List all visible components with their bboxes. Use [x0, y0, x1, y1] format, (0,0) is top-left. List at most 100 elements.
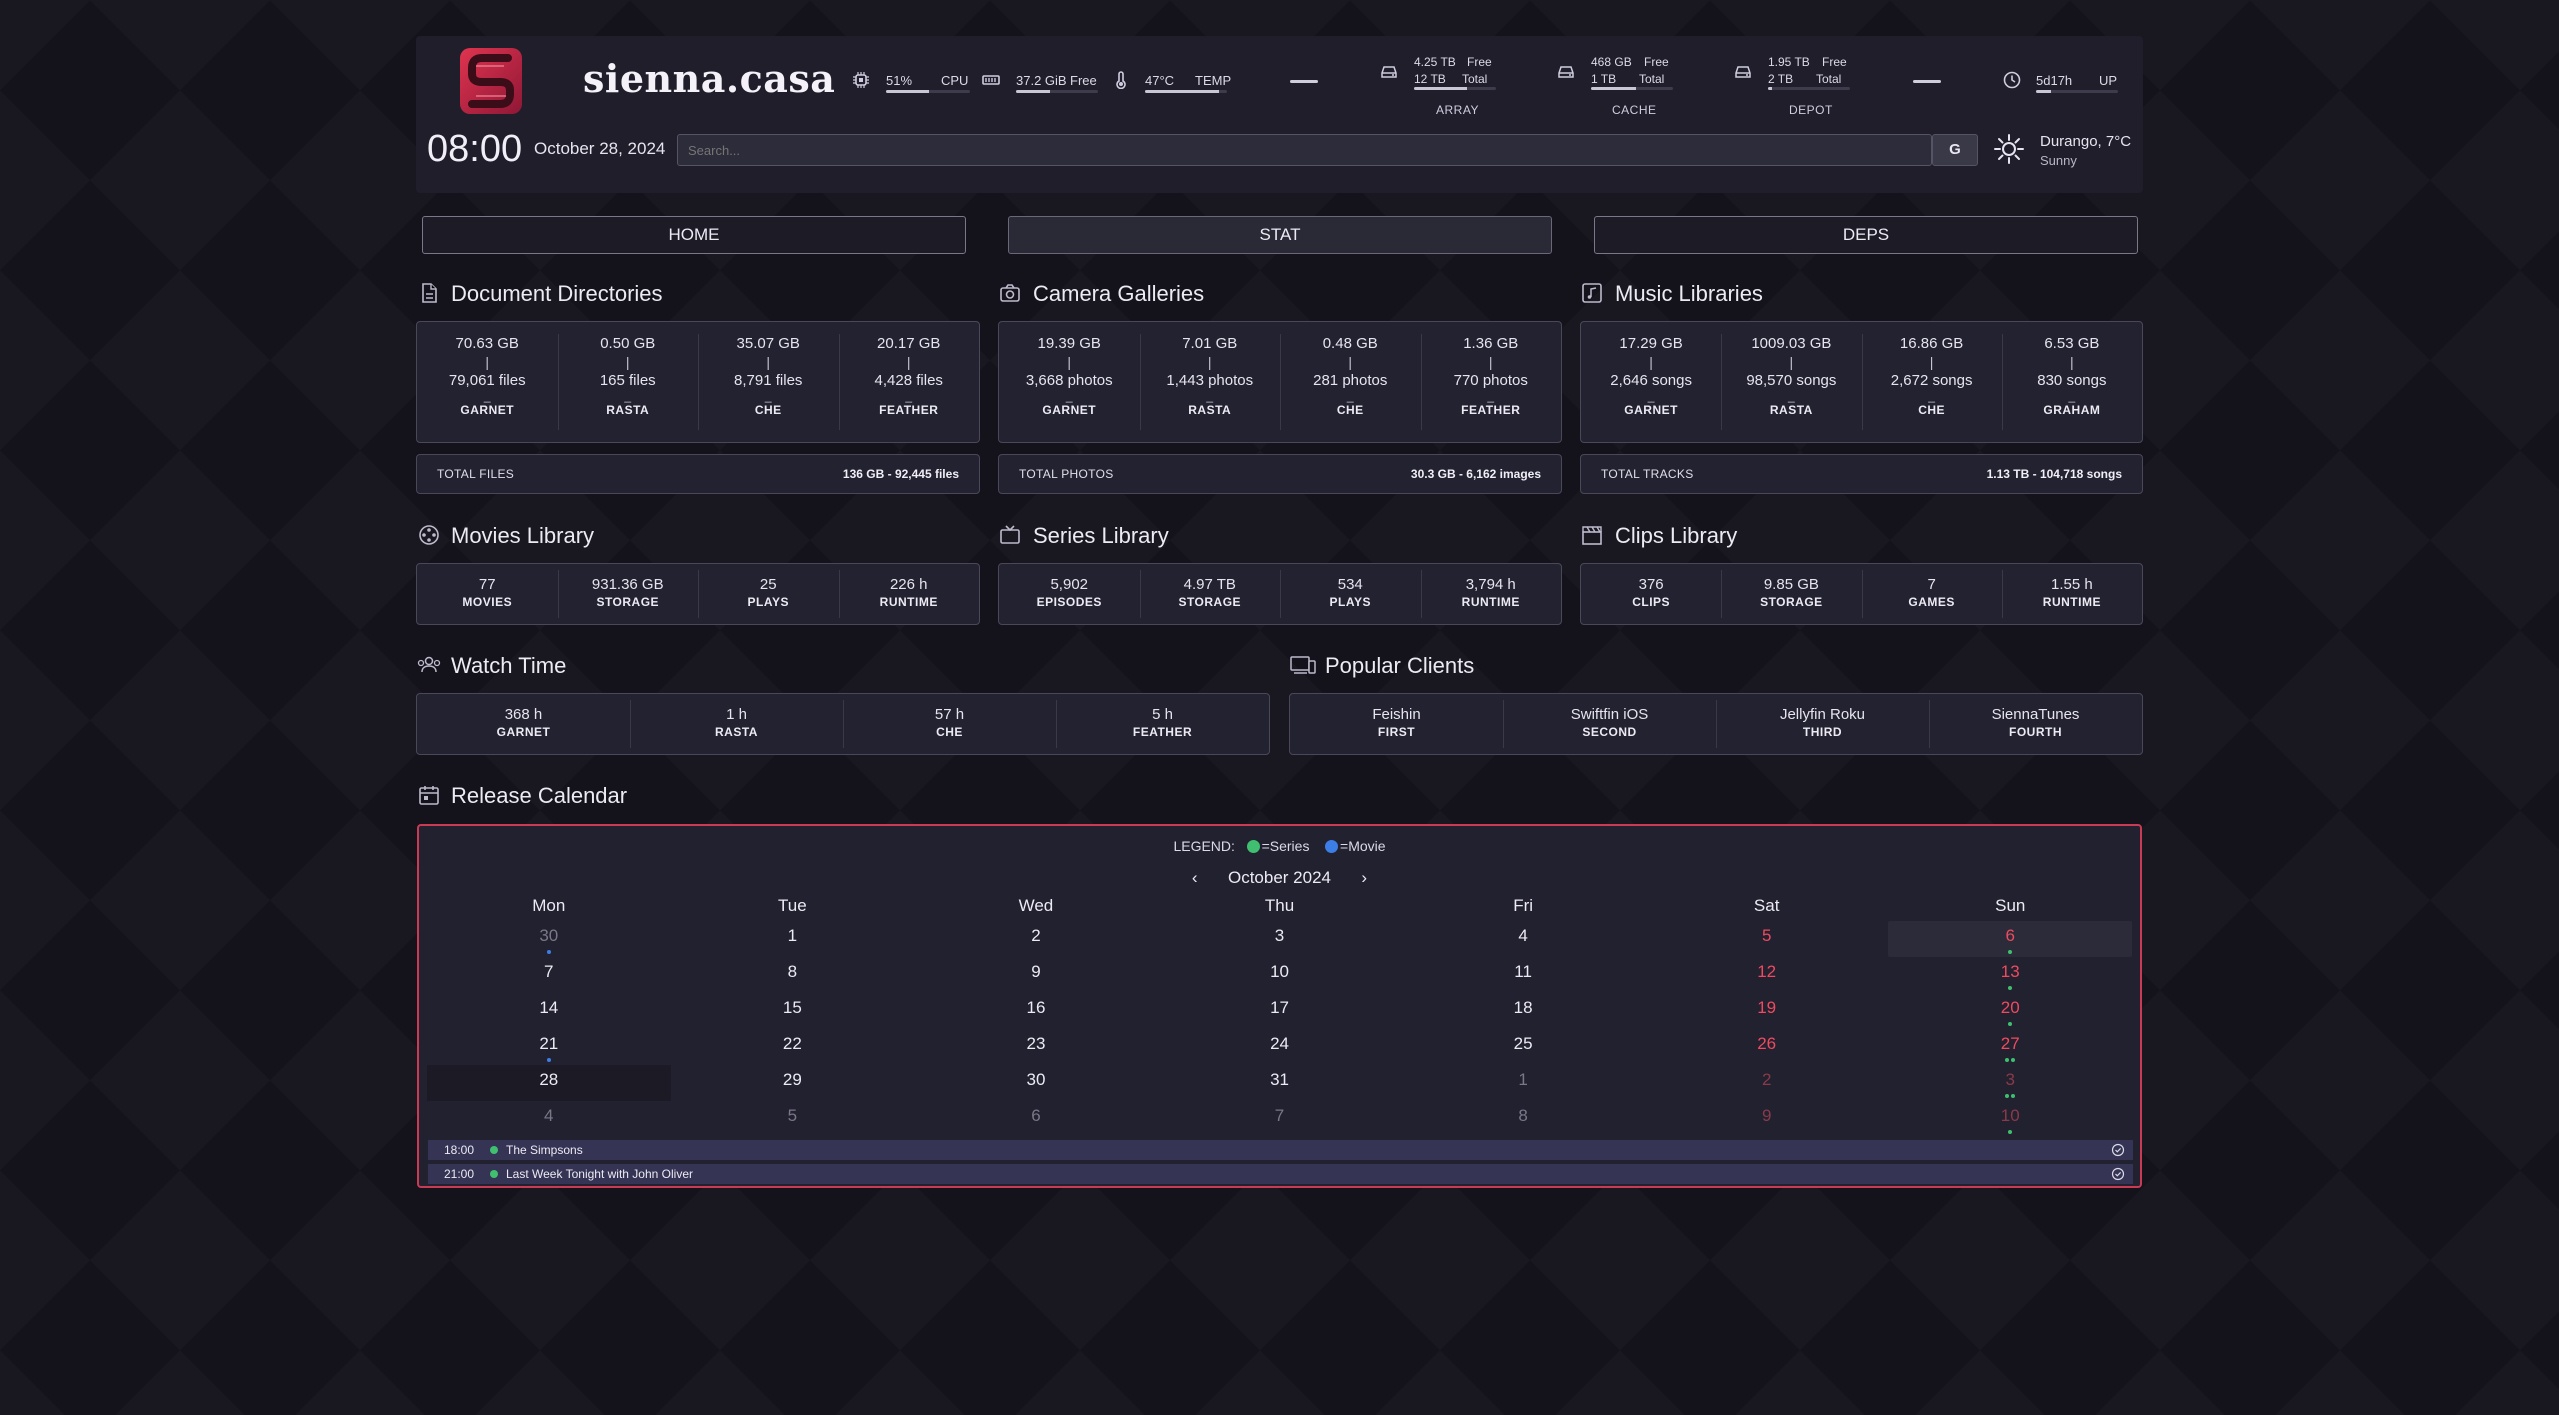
nav-home-button[interactable]: HOME	[422, 216, 966, 254]
day-number: 19	[1757, 998, 1777, 1017]
camera-cell[interactable]: 19.39 GB | 3,668 photos _ GARNET	[999, 322, 1140, 442]
cell-separator: _	[1206, 389, 1214, 403]
calendar-day[interactable]: 23	[914, 1029, 1158, 1065]
documents-cell[interactable]: 0.50 GB | 165 files _ RASTA	[557, 322, 699, 442]
calendar-day[interactable]: 7	[1158, 1101, 1402, 1137]
logo[interactable]	[460, 48, 522, 114]
movies-cell[interactable]: 931.36 GB STORAGE	[557, 564, 699, 624]
day-number: 4	[544, 1106, 554, 1125]
series-cell[interactable]: 3,794 h RUNTIME	[1420, 564, 1562, 624]
calendar-day[interactable]: 14	[427, 993, 671, 1029]
calendar-event[interactable]: 18:00 The Simpsons	[428, 1140, 2133, 1160]
calendar-day[interactable]: 6	[914, 1101, 1158, 1137]
calendar-event[interactable]: 21:00 Last Week Tonight with John Oliver	[428, 1164, 2133, 1184]
calendar-day[interactable]: 10	[1158, 957, 1402, 993]
calendar-day[interactable]: 1	[671, 921, 915, 957]
calendar-day[interactable]: 4	[427, 1101, 671, 1137]
watch_time-cell[interactable]: 1 h RASTA	[630, 694, 843, 754]
cell-label: PLAYS	[747, 595, 789, 609]
movies-cell[interactable]: 25 PLAYS	[698, 564, 839, 624]
cell-count: 4,428 files	[874, 372, 943, 389]
clips-cell[interactable]: 7 GAMES	[1861, 564, 2002, 624]
calendar-day[interactable]: 28	[427, 1065, 671, 1101]
clips-cell[interactable]: 376 CLIPS	[1581, 564, 1721, 624]
watch_time-cell[interactable]: 57 h CHE	[843, 694, 1056, 754]
clients-cell[interactable]: Feishin FIRST	[1290, 694, 1503, 754]
documents-cell[interactable]: 35.07 GB | 8,791 files _ CHE	[698, 322, 839, 442]
calendar-day[interactable]: 9	[914, 957, 1158, 993]
calendar-day[interactable]: 19	[1645, 993, 1889, 1029]
camera-cell[interactable]: 0.48 GB | 281 photos _ CHE	[1280, 322, 1421, 442]
watch_time-cell[interactable]: 5 h FEATHER	[1056, 694, 1269, 754]
movies-cell[interactable]: 226 h RUNTIME	[838, 564, 980, 624]
check-circle-icon[interactable]	[2111, 1143, 2125, 1157]
calendar-day[interactable]: 15	[671, 993, 915, 1029]
calendar-day[interactable]: 9	[1645, 1101, 1889, 1137]
calendar-day[interactable]: 4	[1401, 921, 1645, 957]
calendar-day[interactable]: 29	[671, 1065, 915, 1101]
release-calendar: LEGEND: =Series =Movie ‹ October 2024 › …	[417, 824, 2142, 1188]
calendar-day[interactable]: 8	[1401, 1101, 1645, 1137]
calendar-day[interactable]: 5	[1645, 921, 1889, 957]
calendar-day[interactable]: 20	[1888, 993, 2132, 1029]
camera-cell[interactable]: 1.36 GB | 770 photos _ FEATHER	[1420, 322, 1562, 442]
clients-title: Popular Clients	[1325, 653, 1475, 678]
search-input[interactable]	[677, 134, 1932, 166]
music-cell[interactable]: 17.29 GB | 2,646 songs _ GARNET	[1581, 322, 1721, 442]
nav-deps-button[interactable]: DEPS	[1594, 216, 2138, 254]
camera-cell[interactable]: 7.01 GB | 1,443 photos _ RASTA	[1139, 322, 1281, 442]
music-cell[interactable]: 1009.03 GB | 98,570 songs _ RASTA	[1721, 322, 1861, 442]
calendar-day[interactable]: 22	[671, 1029, 915, 1065]
calendar-day[interactable]: 2	[1645, 1065, 1889, 1101]
calendar-day[interactable]: 8	[671, 957, 915, 993]
movies-cell[interactable]: 77 MOVIES	[417, 564, 558, 624]
calendar-day[interactable]: 16	[914, 993, 1158, 1029]
watch-time-title: Watch Time	[451, 653, 567, 678]
calendar-day[interactable]: 13	[1888, 957, 2132, 993]
series-cell[interactable]: 4.97 TB STORAGE	[1139, 564, 1281, 624]
documents-cell[interactable]: 20.17 GB | 4,428 files _ FEATHER	[838, 322, 980, 442]
calendar-day[interactable]: 30	[914, 1065, 1158, 1101]
site-title[interactable]: sienna.casa	[583, 56, 835, 101]
calendar-day[interactable]: 1	[1401, 1065, 1645, 1101]
clients-cell[interactable]: Jellyfin Roku THIRD	[1716, 694, 1929, 754]
clips-cell[interactable]: 1.55 h RUNTIME	[2001, 564, 2142, 624]
clients-cell[interactable]: Swiftfin iOS SECOND	[1503, 694, 1716, 754]
prev-month-button[interactable]: ‹	[1180, 868, 1210, 888]
calendar-day[interactable]: 3	[1158, 921, 1402, 957]
cpu-bar	[886, 90, 970, 93]
documents-cell[interactable]: 70.63 GB | 79,061 files _ GARNET	[417, 322, 558, 442]
cell-count: 8,791 files	[734, 372, 803, 389]
series-release-dot	[2008, 1022, 2013, 1026]
series-cell[interactable]: 5,902 EPISODES	[999, 564, 1140, 624]
calendar-day[interactable]: 17	[1158, 993, 1402, 1029]
series-cell[interactable]: 534 PLAYS	[1280, 564, 1421, 624]
nav-stat-button[interactable]: STAT	[1008, 216, 1552, 254]
calendar-day[interactable]: 5	[671, 1101, 915, 1137]
calendar-day[interactable]: 27	[1888, 1029, 2132, 1065]
check-circle-icon[interactable]	[2111, 1167, 2125, 1181]
music-cell[interactable]: 6.53 GB | 830 songs _ GRAHAM	[2001, 322, 2142, 442]
calendar-day[interactable]: 6	[1888, 921, 2133, 957]
calendar-day[interactable]: 11	[1401, 957, 1645, 993]
calendar-day[interactable]: 24	[1158, 1029, 1402, 1065]
calendar-day[interactable]: 10	[1888, 1101, 2132, 1137]
next-month-button[interactable]: ›	[1349, 868, 1379, 888]
day-number: 9	[1031, 962, 1041, 981]
clips-cell[interactable]: 9.85 GB STORAGE	[1721, 564, 1861, 624]
music-cell[interactable]: 16.86 GB | 2,672 songs _ CHE	[1861, 322, 2002, 442]
search-button[interactable]: G	[1932, 134, 1978, 166]
calendar-day[interactable]: 3	[1888, 1065, 2132, 1101]
calendar-day[interactable]: 12	[1645, 957, 1889, 993]
calendar-day[interactable]: 26	[1645, 1029, 1889, 1065]
calendar-day[interactable]: 30	[427, 921, 671, 957]
watch_time-cell[interactable]: 368 h GARNET	[417, 694, 630, 754]
calendar-day[interactable]: 2	[914, 921, 1158, 957]
uptime-bar	[2036, 90, 2118, 93]
calendar-day[interactable]: 31	[1158, 1065, 1402, 1101]
calendar-day[interactable]: 18	[1401, 993, 1645, 1029]
clients-cell[interactable]: SiennaTunes FOURTH	[1929, 694, 2142, 754]
calendar-day[interactable]: 7	[427, 957, 671, 993]
calendar-day[interactable]: 25	[1401, 1029, 1645, 1065]
calendar-day[interactable]: 21	[427, 1029, 671, 1065]
